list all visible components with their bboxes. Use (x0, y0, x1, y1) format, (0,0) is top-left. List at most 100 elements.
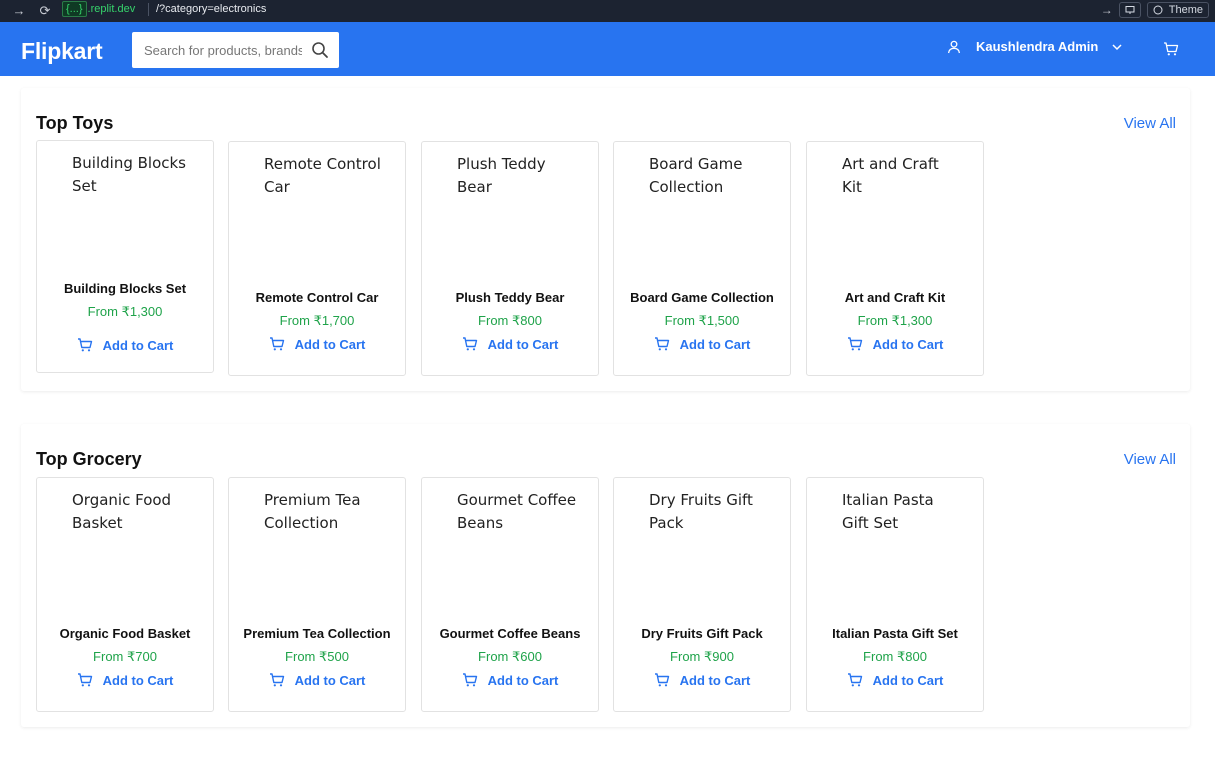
user-menu[interactable]: Kaushlendra Admin (947, 39, 1123, 54)
view-all-link[interactable]: View All (1124, 115, 1176, 132)
product-card[interactable]: Building Blocks Set Building Blocks Set … (36, 140, 214, 373)
browser-right-controls: → Theme (1101, 0, 1215, 20)
chevron-down-icon (1112, 43, 1122, 50)
cart-icon (847, 673, 862, 687)
product-name[interactable]: Building Blocks Set (37, 281, 213, 296)
cart-icon (269, 337, 284, 351)
product-card[interactable]: Board Game Collection Board Game Collect… (613, 141, 791, 376)
add-to-cart-button[interactable]: Add to Cart (37, 337, 213, 353)
product-price: From ₹600 (478, 649, 542, 664)
product-image[interactable]: Art and Craft Kit (842, 153, 962, 199)
search-icon[interactable] (311, 41, 329, 59)
theme-label: Theme (1168, 4, 1203, 16)
product-name[interactable]: Board Game Collection (614, 290, 790, 305)
view-all-link[interactable]: View All (1124, 451, 1176, 468)
add-to-cart-button[interactable]: Add to Cart (614, 672, 790, 688)
section-title: Top Grocery (36, 449, 142, 469)
user-name: Kaushlendra Admin (976, 39, 1099, 54)
add-to-cart-label: Add to Cart (294, 336, 366, 352)
go-arrow-icon[interactable]: → (1101, 3, 1113, 17)
product-image[interactable]: Dry Fruits Gift Pack (649, 489, 769, 535)
product-image[interactable]: Remote Control Car (264, 153, 384, 199)
add-to-cart-button[interactable]: Add to Cart (37, 672, 213, 688)
product-image[interactable]: Gourmet Coffee Beans (457, 489, 577, 535)
forward-arrow-icon[interactable]: → (11, 3, 27, 19)
cart-icon (847, 337, 862, 351)
product-price: From ₹900 (670, 649, 734, 664)
product-card[interactable]: Art and Craft Kit Art and Craft Kit From… (806, 141, 984, 376)
url-path: /?category=electronics (156, 3, 267, 15)
url-path-wrap[interactable]: /?category=electronics (146, 0, 266, 18)
product-card[interactable]: Remote Control Car Remote Control Car Fr… (228, 141, 406, 376)
flipkart-logo[interactable]: Flipkart (21, 38, 103, 65)
product-price: From ₹700 (93, 649, 157, 664)
add-to-cart-label: Add to Cart (872, 672, 944, 688)
product-price: From ₹800 (863, 649, 927, 664)
product-card[interactable]: Premium Tea Collection Premium Tea Colle… (228, 477, 406, 712)
devices-button[interactable] (1118, 2, 1141, 18)
product-name[interactable]: Remote Control Car (229, 290, 405, 305)
product-price: From ₹1,500 (664, 313, 740, 328)
product-price: From ₹500 (285, 649, 349, 664)
add-to-cart-button[interactable]: Add to Cart (229, 336, 405, 352)
product-price: From ₹800 (478, 313, 542, 328)
add-to-cart-button[interactable]: Add to Cart (229, 672, 405, 688)
monitor-icon (1125, 6, 1135, 14)
product-name[interactable]: Art and Craft Kit (807, 290, 983, 305)
site-header: Flipkart Kaushlendra Admin (0, 22, 1215, 76)
user-icon (947, 40, 961, 53)
product-card[interactable]: Dry Fruits Gift Pack Dry Fruits Gift Pac… (613, 477, 791, 712)
address-bar[interactable]: {...} .replit.dev (62, 0, 135, 18)
product-name[interactable]: Dry Fruits Gift Pack (614, 626, 790, 641)
cart-icon (654, 337, 669, 351)
product-image[interactable]: Premium Tea Collection (264, 489, 384, 535)
add-to-cart-button[interactable]: Add to Cart (614, 336, 790, 352)
section-title: Top Toys (36, 113, 114, 133)
product-image[interactable]: Plush Teddy Bear (457, 153, 577, 199)
product-name[interactable]: Plush Teddy Bear (422, 290, 598, 305)
add-to-cart-label: Add to Cart (102, 672, 174, 688)
add-to-cart-label: Add to Cart (679, 672, 751, 688)
product-name[interactable]: Premium Tea Collection (229, 626, 405, 641)
add-to-cart-button[interactable]: Add to Cart (807, 336, 983, 352)
product-name[interactable]: Gourmet Coffee Beans (422, 626, 598, 641)
section-top-grocery: Top Grocery View All Organic Food Basket… (21, 424, 1190, 727)
product-name[interactable]: Organic Food Basket (37, 626, 213, 641)
add-to-cart-button[interactable]: Add to Cart (807, 672, 983, 688)
add-to-cart-label: Add to Cart (872, 336, 944, 352)
product-image[interactable]: Board Game Collection (649, 153, 769, 199)
browser-toolbar: → ⟳ {...} .replit.dev /?category=electro… (0, 0, 1215, 22)
product-price: From ₹1,700 (279, 313, 355, 328)
add-to-cart-label: Add to Cart (487, 672, 559, 688)
url-domain-badge: {...} (62, 1, 87, 17)
product-image[interactable]: Organic Food Basket (72, 489, 192, 535)
search-input[interactable] (132, 32, 302, 68)
product-price: From ₹1,300 (857, 313, 933, 328)
add-to-cart-label: Add to Cart (102, 337, 174, 353)
add-to-cart-button[interactable]: Add to Cart (422, 672, 598, 688)
cart-icon (462, 337, 477, 351)
add-to-cart-label: Add to Cart (294, 672, 366, 688)
product-card[interactable]: Plush Teddy Bear Plush Teddy Bear From ₹… (421, 141, 599, 376)
section-top-toys: Top Toys View All Building Blocks Set Bu… (21, 88, 1190, 391)
product-price: From ₹1,300 (87, 304, 163, 319)
reload-icon[interactable]: ⟳ (37, 3, 53, 19)
product-card[interactable]: Gourmet Coffee Beans Gourmet Coffee Bean… (421, 477, 599, 712)
product-image[interactable]: Building Blocks Set (72, 152, 192, 198)
cart-icon (269, 673, 284, 687)
theme-button[interactable]: Theme (1146, 2, 1209, 18)
search-bar (132, 32, 339, 68)
palette-icon (1153, 5, 1163, 15)
product-card[interactable]: Organic Food Basket Organic Food Basket … (36, 477, 214, 712)
add-to-cart-button[interactable]: Add to Cart (422, 336, 598, 352)
product-name[interactable]: Italian Pasta Gift Set (807, 626, 983, 641)
cart-icon (654, 673, 669, 687)
cart-icon (77, 673, 92, 687)
cart-icon (462, 673, 477, 687)
add-to-cart-label: Add to Cart (679, 336, 751, 352)
cart-icon (77, 338, 92, 352)
product-card[interactable]: Italian Pasta Gift Set Italian Pasta Gif… (806, 477, 984, 712)
product-image[interactable]: Italian Pasta Gift Set (842, 489, 962, 535)
cart-icon[interactable] (1163, 41, 1179, 57)
add-to-cart-label: Add to Cart (487, 336, 559, 352)
